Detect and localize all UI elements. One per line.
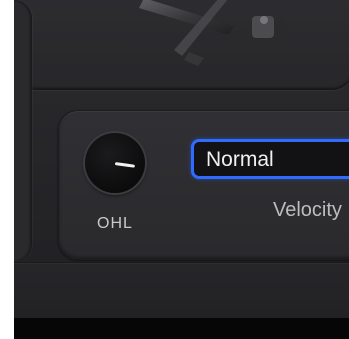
knob-icon[interactable] bbox=[85, 133, 145, 193]
velocity-select-value: Normal bbox=[206, 148, 274, 171]
base-strip bbox=[14, 318, 349, 339]
screenshot-stage: OHL Normal Velocity bbox=[0, 0, 349, 339]
drum-image-panel bbox=[14, 0, 349, 90]
velocity-label: Velocity bbox=[273, 199, 342, 221]
knob-indicator bbox=[114, 162, 136, 168]
ohl-knob[interactable] bbox=[85, 133, 145, 193]
plugin-window: OHL Normal Velocity bbox=[14, 0, 349, 339]
drum-kit-image bbox=[139, 0, 289, 66]
ohl-control-panel: OHL Normal Velocity bbox=[58, 110, 349, 260]
velocity-select[interactable]: Normal bbox=[191, 139, 349, 179]
bottom-bar bbox=[14, 262, 349, 319]
left-panel-edge bbox=[14, 0, 32, 262]
ohl-label: OHL bbox=[97, 215, 133, 232]
